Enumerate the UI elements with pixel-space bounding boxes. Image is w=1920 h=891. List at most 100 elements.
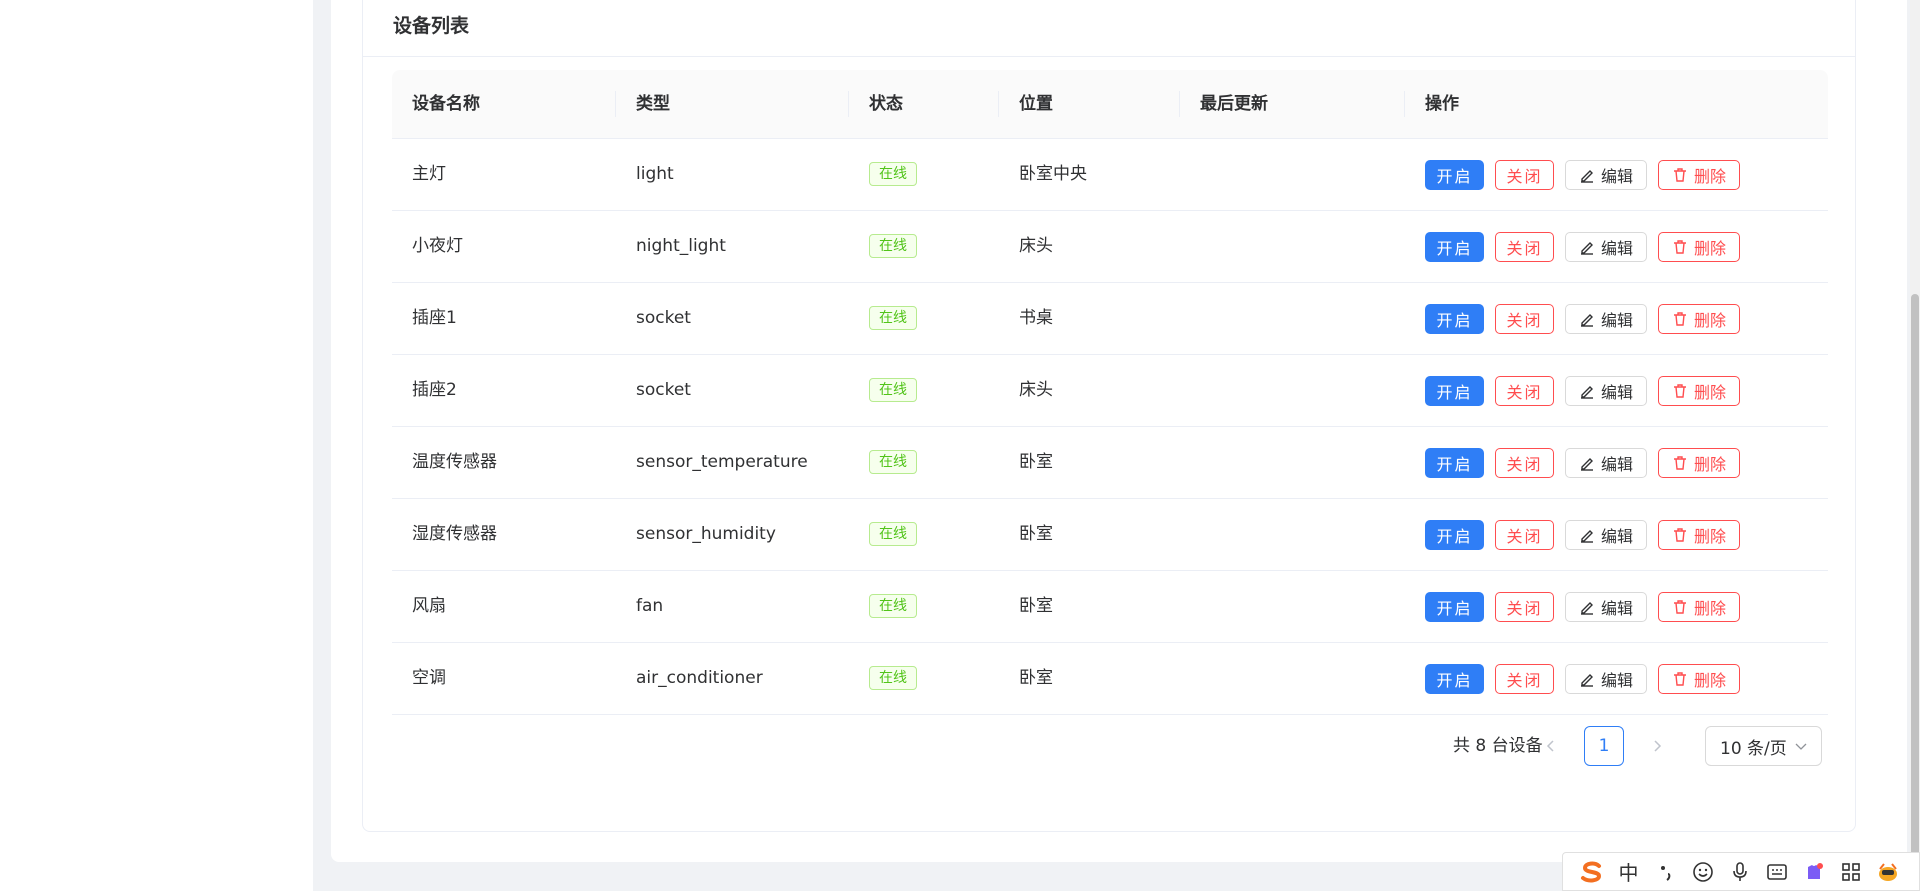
close-button[interactable]: 关闭 [1495, 375, 1554, 406]
cell-actions: 开启 关闭 编辑 删除 [1405, 283, 1828, 354]
cell-name: 小夜灯 [412, 236, 463, 256]
close-button[interactable]: 关闭 [1495, 447, 1554, 478]
pagination: 共 8 台设备 1 10 条/页 [392, 726, 1828, 766]
table-row: 小夜灯 night_light 在线 床头 开启 关闭 编辑 删除 [392, 211, 1828, 283]
ime-toolbar: 中 [1562, 852, 1920, 891]
cell-updated [1180, 427, 1405, 498]
edit-icon [1580, 169, 1593, 183]
edit-button[interactable]: 编辑 [1565, 159, 1647, 190]
chevron-left-icon [1546, 740, 1554, 752]
delete-button[interactable]: 删除 [1658, 663, 1740, 694]
edit-button[interactable]: 编辑 [1565, 231, 1647, 262]
cell-status: 在线 [849, 355, 999, 426]
delete-label: 删除 [1693, 526, 1726, 546]
cell-name: 插座1 [412, 308, 457, 328]
open-button[interactable]: 开启 [1425, 159, 1484, 190]
cell-updated [1180, 283, 1405, 354]
mascot-icon[interactable] [1869, 853, 1906, 890]
status-badge: 在线 [869, 594, 917, 618]
open-button[interactable]: 开启 [1425, 231, 1484, 262]
open-button[interactable]: 开启 [1425, 375, 1484, 406]
cell-status: 在线 [849, 211, 999, 282]
card-header: 设备列表 [363, 0, 1855, 57]
edit-icon [1580, 241, 1593, 255]
delete-button[interactable]: 删除 [1658, 303, 1740, 334]
edit-button[interactable]: 编辑 [1565, 303, 1647, 334]
close-button[interactable]: 关闭 [1495, 159, 1554, 190]
close-button[interactable]: 关闭 [1495, 591, 1554, 622]
page-size-value: 10 条/页 [1720, 738, 1787, 759]
header-name: 设备名称 [392, 70, 616, 138]
trash-icon [1673, 527, 1686, 542]
edit-label: 编辑 [1600, 382, 1633, 402]
close-button[interactable]: 关闭 [1495, 231, 1554, 262]
edit-button[interactable]: 编辑 [1565, 375, 1647, 406]
edit-label: 编辑 [1600, 598, 1633, 618]
cell-location: 床头 [1019, 380, 1053, 400]
status-badge: 在线 [869, 522, 917, 546]
cell-location: 卧室中央 [1019, 164, 1087, 184]
skin-icon[interactable] [1795, 853, 1832, 890]
sogou-logo-icon[interactable] [1573, 853, 1610, 890]
chevron-right-icon [1654, 740, 1662, 752]
table-header: 设备名称 类型 状态 位置 最后更新 操作 [392, 70, 1828, 139]
open-button[interactable]: 开启 [1425, 519, 1484, 550]
punctuation-icon[interactable] [1647, 853, 1684, 890]
open-button[interactable]: 开启 [1425, 447, 1484, 478]
page-1-button[interactable]: 1 [1584, 726, 1624, 766]
header-status: 状态 [849, 70, 999, 138]
edit-button[interactable]: 编辑 [1565, 447, 1647, 478]
cell-location: 卧室 [1019, 524, 1053, 544]
cell-type: air_conditioner [636, 668, 763, 688]
header-actions: 操作 [1425, 94, 1459, 114]
edit-button[interactable]: 编辑 [1565, 591, 1647, 622]
open-button[interactable]: 开启 [1425, 303, 1484, 334]
edit-button[interactable]: 编辑 [1565, 663, 1647, 694]
edit-label: 编辑 [1600, 526, 1633, 546]
next-page-button[interactable] [1645, 734, 1669, 758]
cell-name: 空调 [412, 668, 446, 688]
edit-label: 编辑 [1600, 454, 1633, 474]
delete-button[interactable]: 删除 [1658, 375, 1740, 406]
edit-label: 编辑 [1600, 310, 1633, 330]
ime-language-toggle[interactable]: 中 [1610, 853, 1647, 890]
total-count: 共 8 台设备 [1453, 736, 1543, 756]
trash-icon [1673, 599, 1686, 614]
cell-updated [1180, 139, 1405, 210]
table-row: 温度传感器 sensor_temperature 在线 卧室 开启 关闭 编辑 删除 [392, 427, 1828, 499]
cell-actions: 开启 关闭 编辑 删除 [1405, 139, 1828, 210]
toolbox-icon[interactable] [1832, 853, 1869, 890]
keyboard-icon[interactable] [1758, 853, 1795, 890]
microphone-icon[interactable] [1721, 853, 1758, 890]
delete-button[interactable]: 删除 [1658, 159, 1740, 190]
edit-icon [1580, 673, 1593, 687]
table-row: 湿度传感器 sensor_humidity 在线 卧室 开启 关闭 编辑 删除 [392, 499, 1828, 571]
emoji-icon[interactable] [1684, 853, 1721, 890]
close-button[interactable]: 关闭 [1495, 519, 1554, 550]
edit-button[interactable]: 编辑 [1565, 519, 1647, 550]
page-scrollbar[interactable] [1910, 0, 1920, 891]
delete-label: 删除 [1693, 166, 1726, 186]
cell-name: 风扇 [412, 596, 446, 616]
close-button[interactable]: 关闭 [1495, 663, 1554, 694]
cell-updated [1180, 355, 1405, 426]
prev-page-button[interactable] [1539, 734, 1563, 758]
edit-label: 编辑 [1600, 238, 1633, 258]
cell-actions: 开启 关闭 编辑 删除 [1405, 499, 1828, 570]
delete-button[interactable]: 删除 [1658, 519, 1740, 550]
cell-location: 床头 [1019, 236, 1053, 256]
status-badge: 在线 [869, 378, 917, 402]
cell-type: night_light [636, 236, 726, 256]
open-button[interactable]: 开启 [1425, 663, 1484, 694]
page-size-select[interactable]: 10 条/页 [1705, 726, 1822, 766]
header-updated: 最后更新 [1180, 70, 1405, 138]
open-button[interactable]: 开启 [1425, 591, 1484, 622]
scrollbar-thumb[interactable] [1911, 294, 1919, 891]
delete-button[interactable]: 删除 [1658, 447, 1740, 478]
delete-button[interactable]: 删除 [1658, 591, 1740, 622]
edit-label: 编辑 [1600, 166, 1633, 186]
header-type: 类型 [616, 70, 849, 138]
close-button[interactable]: 关闭 [1495, 303, 1554, 334]
trash-icon [1673, 455, 1686, 470]
delete-button[interactable]: 删除 [1658, 231, 1740, 262]
